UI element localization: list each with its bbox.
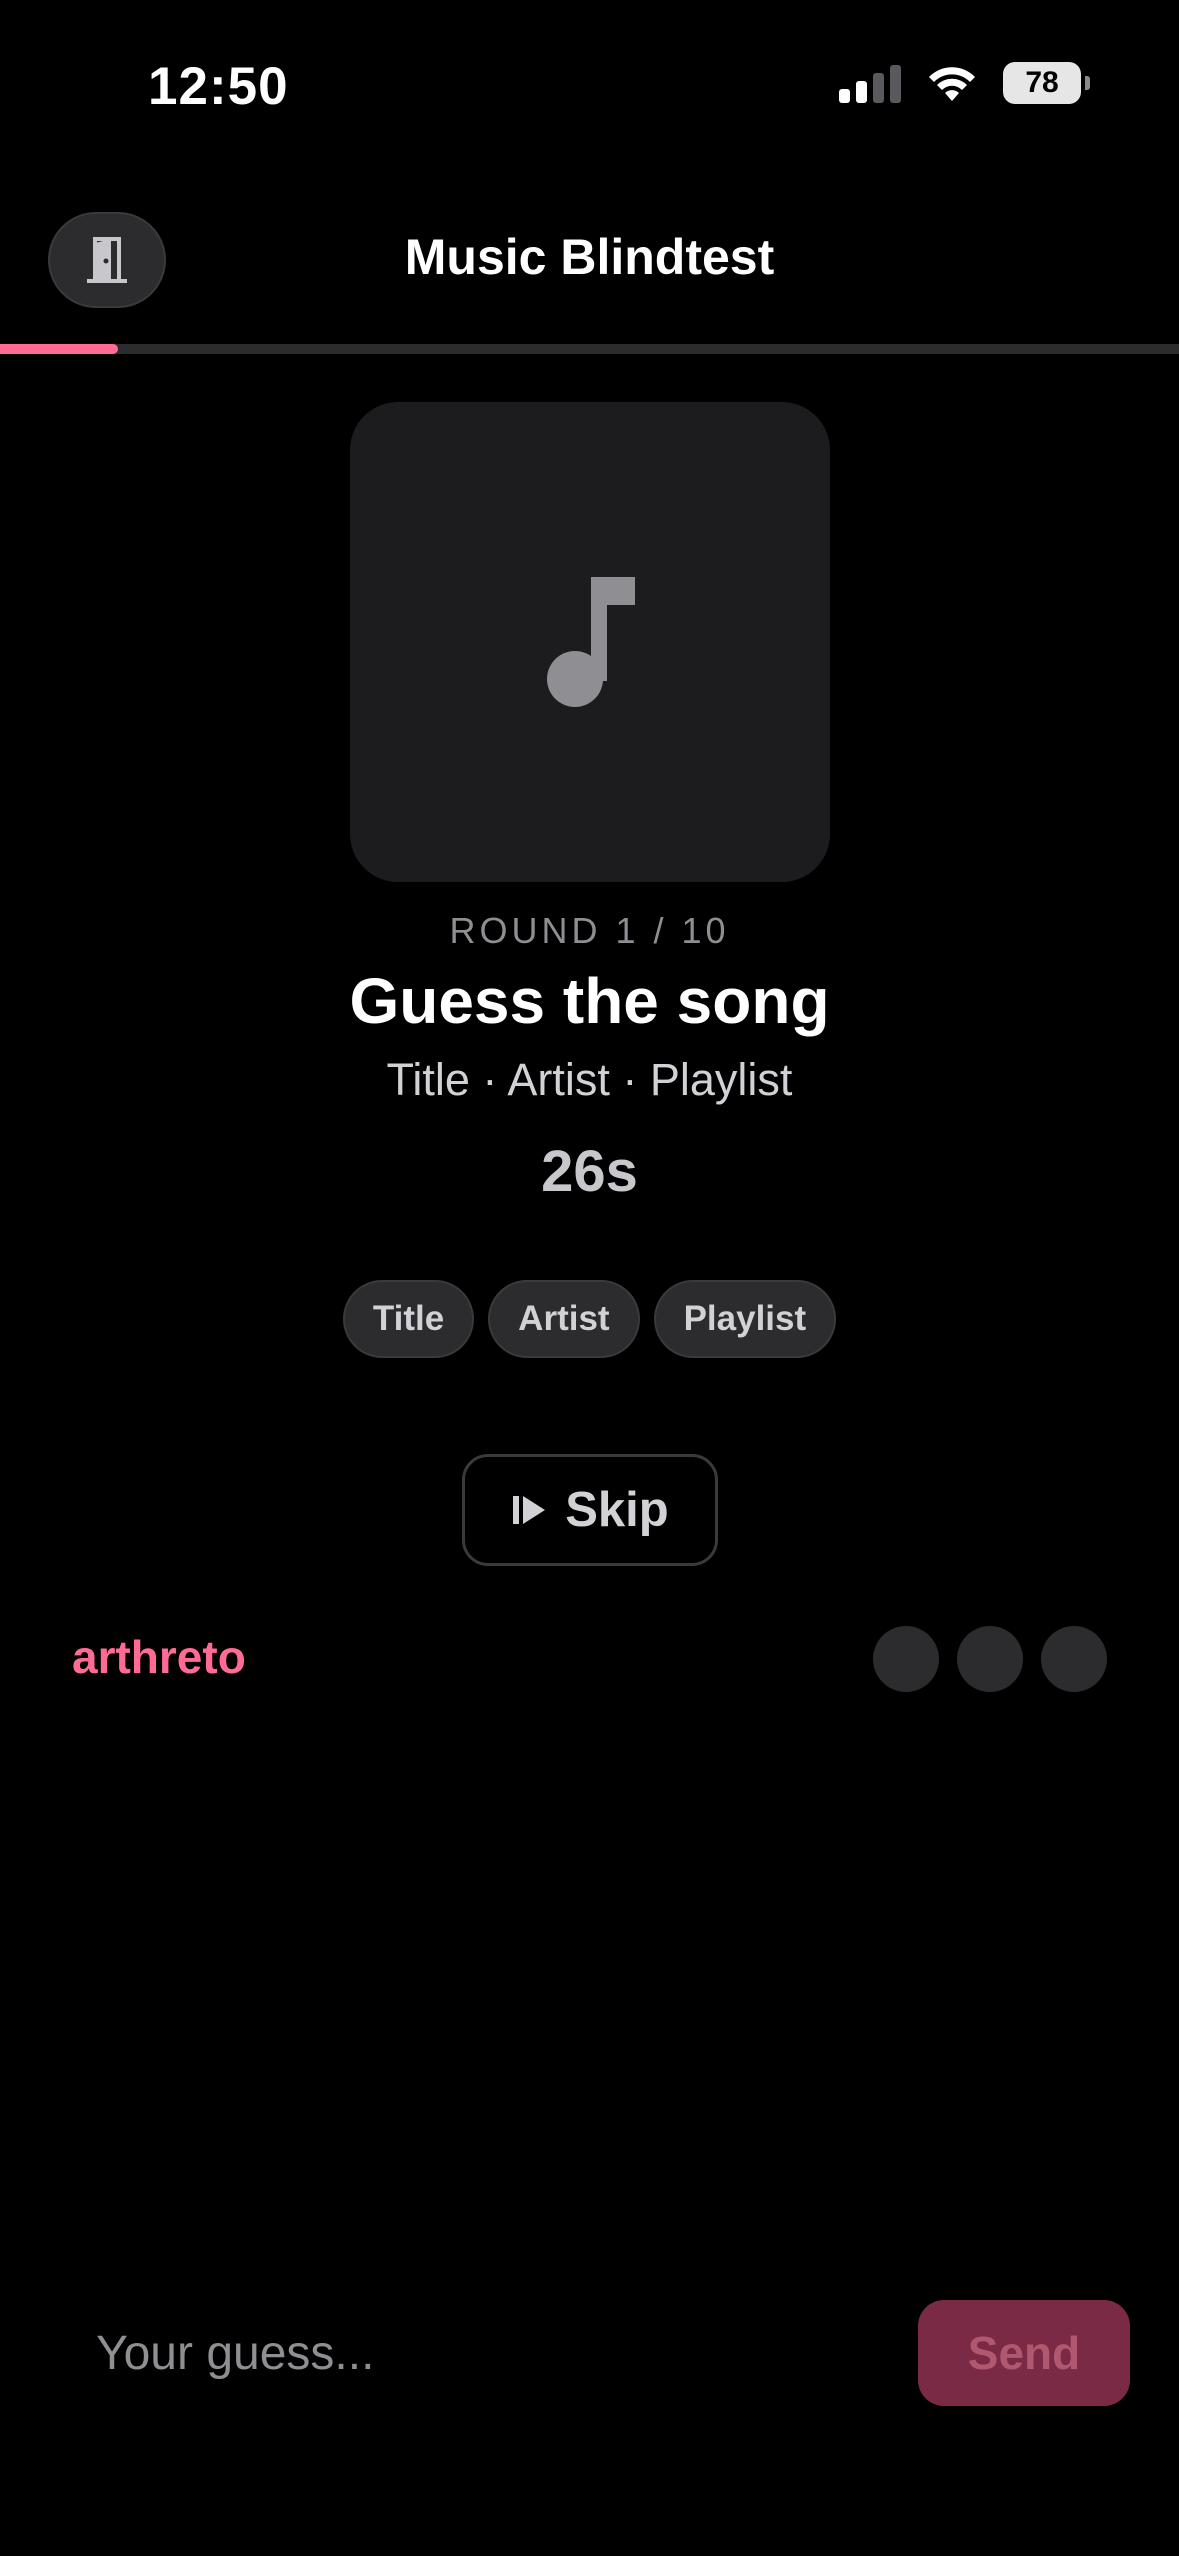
guess-input[interactable] — [72, 2300, 892, 2406]
send-button[interactable]: Send — [918, 2300, 1130, 2406]
skip-forward-icon — [513, 1496, 546, 1524]
attempt-dot — [957, 1626, 1023, 1692]
album-artwork-placeholder — [350, 402, 830, 882]
battery-icon: 78 — [1003, 62, 1090, 104]
attempt-indicators — [873, 1626, 1107, 1692]
status-icons: 78 — [839, 62, 1090, 104]
player-name: arthreto — [72, 1631, 246, 1683]
chip-title: Title — [342, 1280, 475, 1358]
skip-button[interactable]: Skip — [462, 1454, 718, 1566]
skip-label: Skip — [565, 1483, 669, 1537]
round-progress-bar — [0, 344, 1179, 354]
guess-categories-subtitle: Title · Artist · Playlist — [386, 1054, 793, 1105]
page-title: Music Blindtest — [404, 229, 775, 285]
attempt-dot — [1041, 1626, 1107, 1692]
battery-level: 78 — [1025, 66, 1059, 99]
chip-playlist: Playlist — [653, 1280, 837, 1358]
round-label: ROUND 1 / 10 — [449, 910, 730, 951]
chip-artist: Artist — [488, 1280, 640, 1358]
game-screen: 12:50 78 Music Blindtest ROUND 1 / 10 Gu… — [0, 0, 1179, 2556]
countdown-timer: 26s — [541, 1139, 638, 1204]
game-heading: Guess the song — [349, 965, 830, 1037]
round-progress-fill — [0, 344, 118, 354]
music-note-icon — [547, 577, 635, 707]
status-time: 12:50 — [148, 57, 289, 116]
category-chips: Title Artist Playlist — [0, 1280, 1179, 1358]
attempt-dot — [873, 1626, 939, 1692]
wifi-icon — [929, 67, 975, 101]
signal-icon — [839, 63, 901, 103]
